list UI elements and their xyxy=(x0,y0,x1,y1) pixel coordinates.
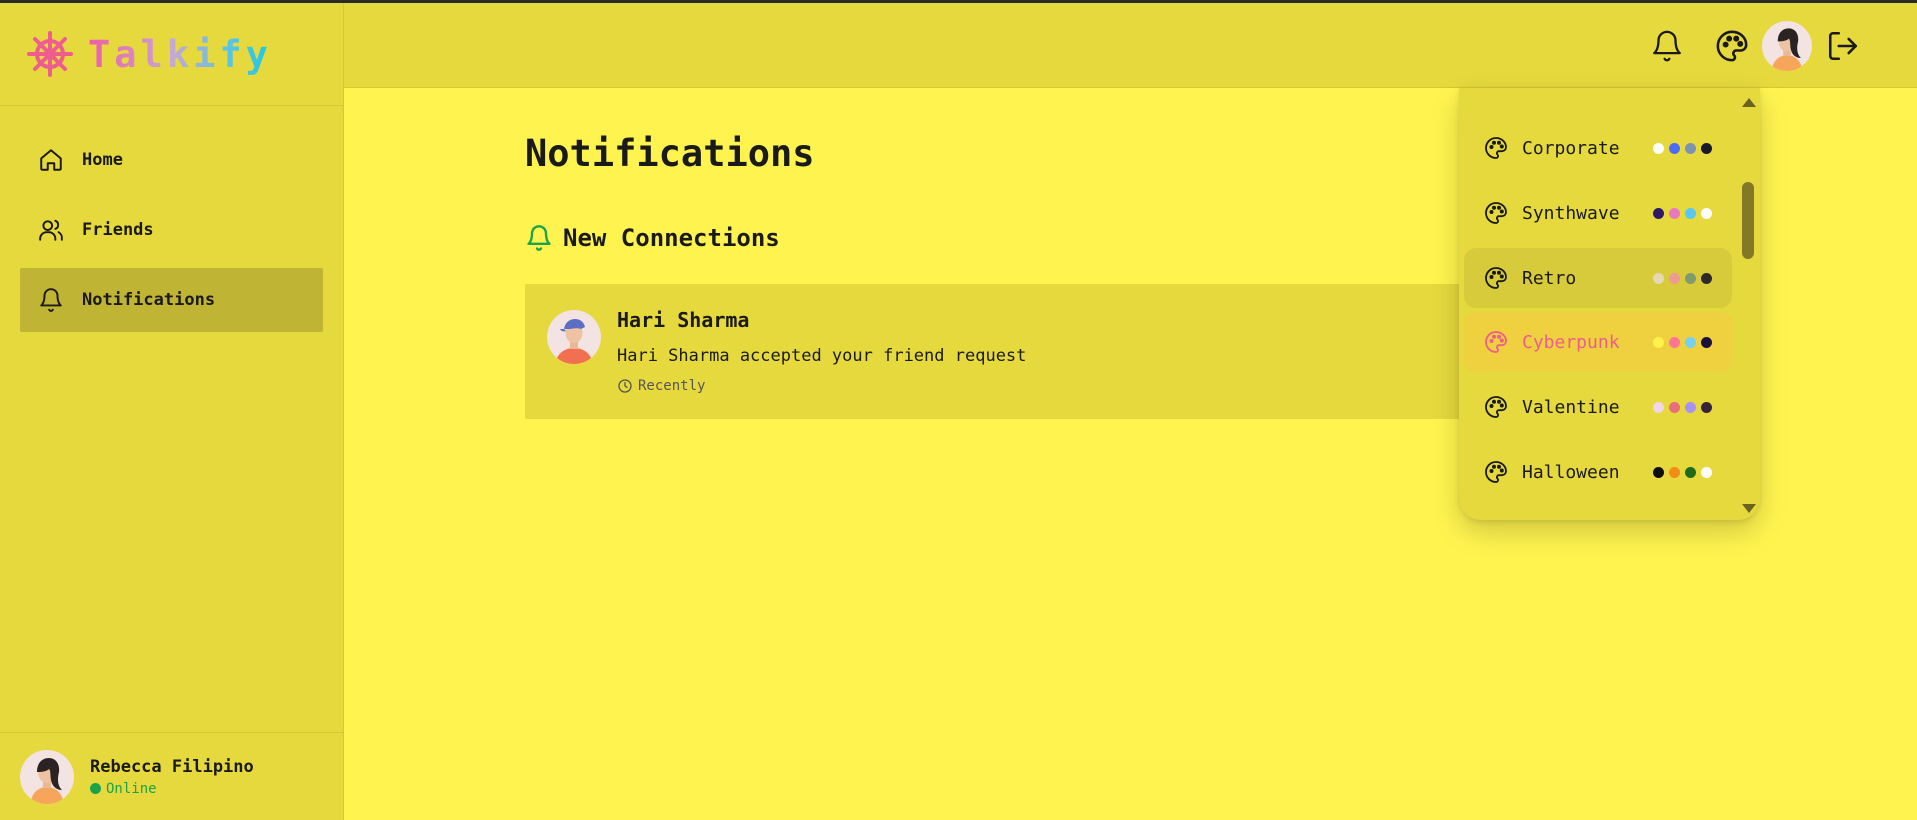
timestamp: Recently xyxy=(638,378,706,394)
profile-name: Rebecca Filipino xyxy=(90,756,254,777)
color-swatch xyxy=(1669,466,1680,478)
palette-icon xyxy=(1485,202,1507,224)
color-swatch xyxy=(1685,401,1696,413)
users-icon xyxy=(39,219,63,241)
avatar[interactable] xyxy=(1762,21,1812,71)
theme-swatches xyxy=(1653,442,1712,502)
section-title: New Connections xyxy=(563,224,780,252)
dropdown-scrollbar[interactable] xyxy=(1738,88,1760,520)
palette-icon xyxy=(1485,331,1507,353)
online-indicator xyxy=(90,783,101,794)
color-swatch xyxy=(1685,142,1696,154)
color-swatch xyxy=(1669,272,1680,284)
theme-name: Halloween xyxy=(1522,461,1620,483)
theme-name: Cyberpunk xyxy=(1522,331,1620,353)
theme-swatches xyxy=(1653,183,1712,243)
theme-option-cyberpunk[interactable]: Cyberpunk xyxy=(1464,312,1732,372)
scrollbar-thumb[interactable] xyxy=(1742,182,1754,259)
color-swatch xyxy=(1653,466,1664,478)
color-swatch xyxy=(1653,207,1664,219)
color-swatch xyxy=(1685,272,1696,284)
color-swatch xyxy=(1669,336,1680,348)
theme-name: Corporate xyxy=(1522,137,1620,159)
theme-swatches xyxy=(1653,118,1712,178)
color-swatch xyxy=(1701,207,1712,219)
theme-option-retro[interactable]: Retro xyxy=(1464,248,1732,308)
app-name: Talkify xyxy=(88,32,272,76)
color-swatch xyxy=(1685,336,1696,348)
color-swatch xyxy=(1653,272,1664,284)
ship-wheel-icon xyxy=(27,31,73,77)
sidebar-item-label: Home xyxy=(82,150,123,170)
theme-name: Synthwave xyxy=(1522,202,1620,224)
notification-card[interactable]: Hari Sharma Hari Sharma accepted your fr… xyxy=(525,284,1490,419)
top-header xyxy=(344,3,1917,88)
theme-option-partial[interactable] xyxy=(1464,88,1732,90)
status-badge: Online xyxy=(90,781,254,797)
page-title: Notifications xyxy=(525,132,815,175)
palette-icon xyxy=(1485,267,1507,289)
color-swatch xyxy=(1669,401,1680,413)
sidebar-item-label: Friends xyxy=(82,220,154,240)
theme-option-synthwave[interactable]: Synthwave xyxy=(1464,183,1732,243)
notification-sender: Hari Sharma xyxy=(617,308,750,332)
theme-option-valentine[interactable]: Valentine xyxy=(1464,377,1732,437)
theme-option-halloween[interactable]: Halloween xyxy=(1464,442,1732,502)
palette-icon xyxy=(1485,461,1507,483)
theme-swatches xyxy=(1653,377,1712,437)
color-swatch xyxy=(1701,272,1712,284)
theme-dropdown: Corporate Synthwave Retro Cyberpunk Vale… xyxy=(1459,88,1760,520)
sidebar-item-label: Notifications xyxy=(82,290,216,310)
bell-icon xyxy=(40,288,62,312)
color-swatch xyxy=(1669,142,1680,154)
avatar xyxy=(547,310,601,364)
sidebar-item-friends[interactable]: Friends xyxy=(20,198,323,262)
scroll-down-arrow[interactable] xyxy=(1742,504,1756,513)
avatar xyxy=(20,749,74,804)
palette-icon[interactable] xyxy=(1715,29,1749,63)
color-swatch xyxy=(1685,466,1696,478)
theme-option-corporate[interactable]: Corporate xyxy=(1464,118,1732,178)
notification-message: Hari Sharma accepted your friend request xyxy=(617,346,1027,366)
palette-icon xyxy=(1485,396,1507,418)
bell-icon[interactable] xyxy=(1650,29,1684,63)
status-text: Online xyxy=(106,780,157,797)
color-swatch xyxy=(1653,336,1664,348)
color-swatch xyxy=(1701,466,1712,478)
theme-swatches xyxy=(1653,312,1712,372)
logo[interactable]: Talkify xyxy=(0,3,343,106)
logout-icon[interactable] xyxy=(1826,29,1860,63)
color-swatch xyxy=(1653,142,1664,154)
window-top-border xyxy=(0,0,1917,3)
bell-icon xyxy=(527,225,551,251)
theme-swatches xyxy=(1653,248,1712,308)
user-profile[interactable]: Rebecca Filipino Online xyxy=(0,732,343,820)
theme-name: Retro xyxy=(1522,267,1577,289)
sidebar-nav: Home Friends Notifications xyxy=(0,106,343,360)
sidebar-item-notifications[interactable]: Notifications xyxy=(20,268,323,332)
color-swatch xyxy=(1701,142,1712,154)
color-swatch xyxy=(1653,401,1664,413)
color-swatch xyxy=(1685,207,1696,219)
color-swatch xyxy=(1669,207,1680,219)
color-swatch xyxy=(1701,336,1712,348)
section-header: New Connections xyxy=(525,224,780,252)
notification-time: Recently xyxy=(617,378,705,394)
sidebar-item-home[interactable]: Home xyxy=(20,128,323,192)
theme-name: Valentine xyxy=(1522,396,1620,418)
color-swatch xyxy=(1701,401,1712,413)
sidebar: Talkify Home Friends Notifications Rebec… xyxy=(0,3,344,820)
palette-icon xyxy=(1485,137,1507,159)
clock-icon xyxy=(618,379,632,393)
scroll-up-arrow[interactable] xyxy=(1742,98,1756,107)
home-icon xyxy=(40,149,62,171)
